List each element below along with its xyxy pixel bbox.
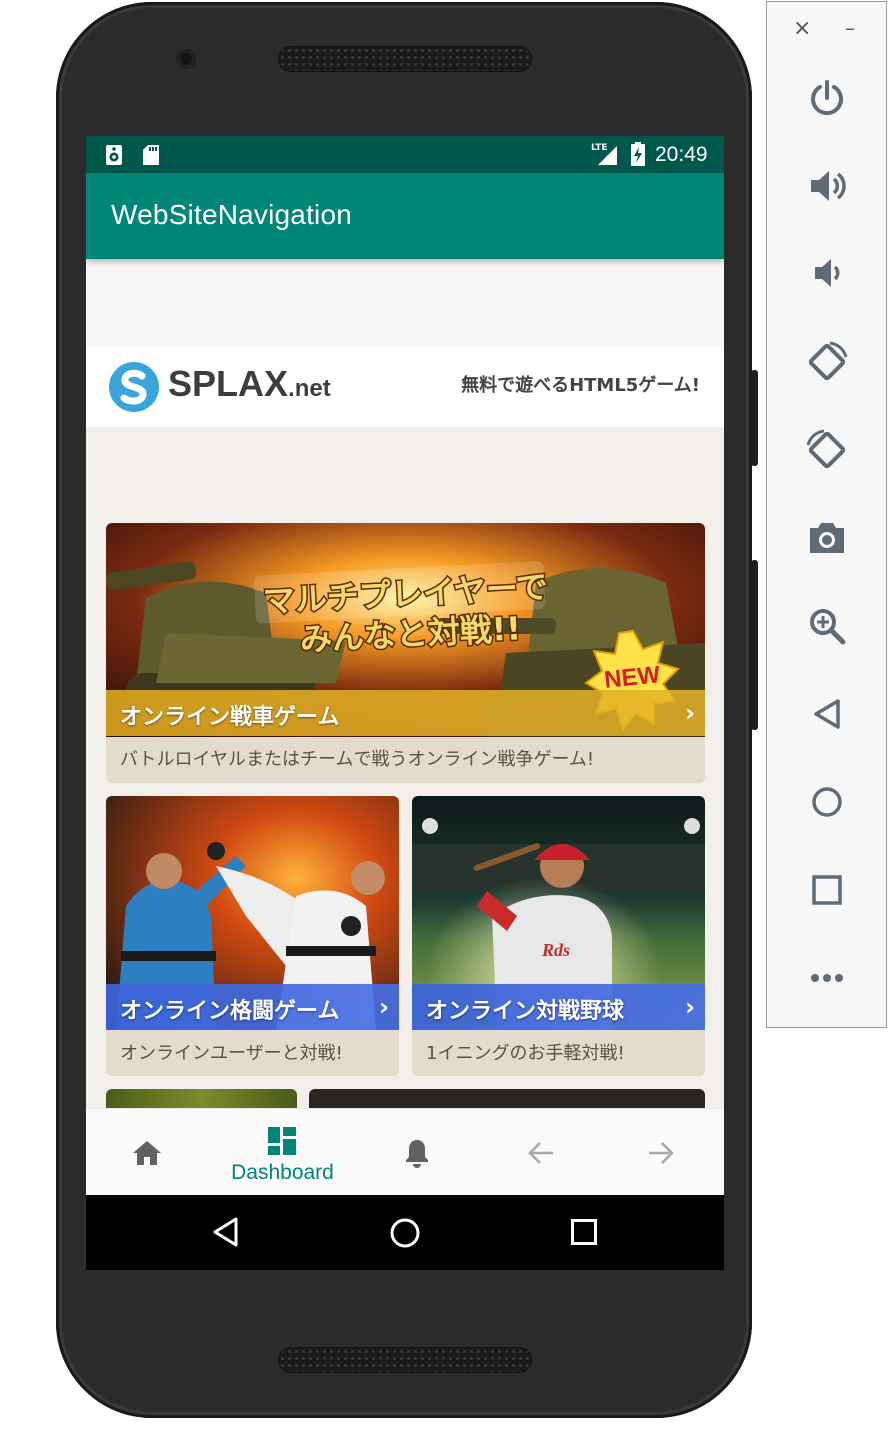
volume-down-icon — [814, 259, 839, 287]
game-card-fighting[interactable]: オンライン格闘ゲーム › オンラインユーザーと対戦! — [106, 796, 399, 1076]
arrow-forward-icon — [649, 1142, 674, 1164]
fighting-card-description: オンラインユーザーと対戦! — [120, 1043, 343, 1064]
overview-icon — [811, 875, 842, 905]
phone-top-speaker — [278, 46, 532, 72]
rotate-right-icon — [806, 429, 845, 469]
logo-suffix: .net — [288, 375, 331, 402]
app-title: WebSiteNavigation — [111, 199, 353, 230]
nav-dashboard-label: Dashboard — [231, 1161, 334, 1184]
power-button[interactable] — [767, 68, 886, 128]
rotate-left-icon — [808, 341, 847, 381]
rotate-right-button[interactable] — [767, 420, 886, 480]
more-button[interactable] — [767, 948, 886, 1008]
more-icon — [810, 974, 843, 982]
uniform-text: Rds — [541, 940, 570, 960]
site-logo-text[interactable]: SPLAX.net — [168, 363, 331, 405]
nav-home[interactable] — [86, 1109, 213, 1196]
emu-back-button[interactable] — [767, 684, 886, 744]
chevron-right-icon: › — [379, 993, 389, 1021]
system-navigation-bar — [86, 1195, 724, 1270]
volume-up-icon — [810, 171, 846, 201]
phone-screen: LTE 20:49 WebSiteNavigation SPLAX.net 無料… — [86, 136, 724, 1270]
dashboard-icon — [268, 1127, 296, 1155]
emulator-minimize-button[interactable]: – — [845, 16, 855, 40]
tank-card-title: オンライン戦車ゲーム — [120, 705, 340, 730]
home-circle-icon — [811, 787, 842, 817]
arrow-back-icon — [528, 1142, 553, 1164]
zoom-button[interactable] — [767, 596, 886, 656]
clock: 20:49 — [655, 143, 708, 166]
rotate-left-button[interactable] — [767, 332, 886, 392]
front-camera — [176, 49, 196, 69]
system-home-icon[interactable] — [389, 1217, 421, 1249]
game-card-partial-left[interactable] — [106, 1089, 297, 1108]
signal-icon — [598, 146, 617, 165]
chevron-right-icon: › — [685, 993, 695, 1021]
emulator-close-button[interactable]: × — [793, 16, 811, 41]
zoom-icon — [809, 609, 845, 645]
bottom-navigation: Dashboard — [86, 1108, 724, 1196]
game-card-tank[interactable]: マルチプレイヤーで みんなと対戦!! NEW オンライン戦車ゲーム › バトルロ… — [106, 523, 705, 783]
baseball-card-title: オンライン対戦野球 — [426, 999, 625, 1024]
sd-card-icon — [143, 145, 159, 165]
emu-overview-button[interactable] — [767, 860, 886, 920]
screenshot-button[interactable] — [767, 508, 886, 568]
game-card-baseball[interactable]: Rds オンライン対戦野球 › 1イニングのお手軽対戦! — [412, 796, 705, 1076]
nav-notifications[interactable] — [354, 1109, 481, 1196]
fighting-card-title: オンライン格闘ゲーム — [120, 999, 340, 1024]
nav-forward[interactable] — [597, 1109, 724, 1196]
splax-logo-icon[interactable] — [109, 362, 159, 412]
volume-up-button[interactable] — [767, 156, 886, 216]
logo-name: SPLAX — [168, 363, 289, 404]
nav-back[interactable] — [477, 1109, 604, 1196]
bell-icon — [406, 1140, 428, 1168]
power-icon — [810, 80, 843, 116]
battery-charging-icon — [631, 142, 645, 166]
baseball-card-title-bar[interactable]: オンライン対戦野球 › — [412, 984, 705, 1030]
system-overview-icon[interactable] — [570, 1218, 598, 1246]
emu-home-button[interactable] — [767, 772, 886, 832]
app-bar: WebSiteNavigation — [86, 173, 724, 259]
phone-power-button[interactable] — [751, 370, 758, 466]
system-back-icon[interactable] — [212, 1217, 238, 1247]
game-card-partial-right[interactable] — [309, 1089, 705, 1108]
nav-dashboard[interactable]: Dashboard — [219, 1109, 346, 1196]
status-bar: LTE 20:49 — [86, 136, 724, 173]
webview[interactable]: SPLAX.net 無料で遊べるHTML5ゲーム! マルチプレイヤーで みんなと… — [86, 259, 724, 1108]
chevron-right-icon: › — [685, 699, 695, 727]
site-tagline: 無料で遊べるHTML5ゲーム! — [461, 375, 700, 396]
media-icon — [106, 145, 122, 165]
fighting-card-title-bar[interactable]: オンライン格闘ゲーム › — [106, 984, 399, 1030]
phone-bottom-speaker — [278, 1347, 532, 1373]
back-icon — [813, 699, 840, 729]
phone-volume-button[interactable] — [751, 560, 758, 730]
baseball-card-description: 1イニングのお手軽対戦! — [426, 1043, 625, 1064]
tank-card-title-bar[interactable]: オンライン戦車ゲーム › — [106, 690, 705, 736]
webview-top-spacer — [86, 259, 724, 347]
volume-down-button[interactable] — [767, 243, 886, 303]
tank-card-description: バトルロイヤルまたはチームで戦うオンライン戦争ゲーム! — [120, 749, 595, 770]
emulator-toolbar: × – — [766, 1, 887, 1028]
home-icon — [133, 1141, 161, 1165]
camera-icon — [809, 523, 844, 553]
